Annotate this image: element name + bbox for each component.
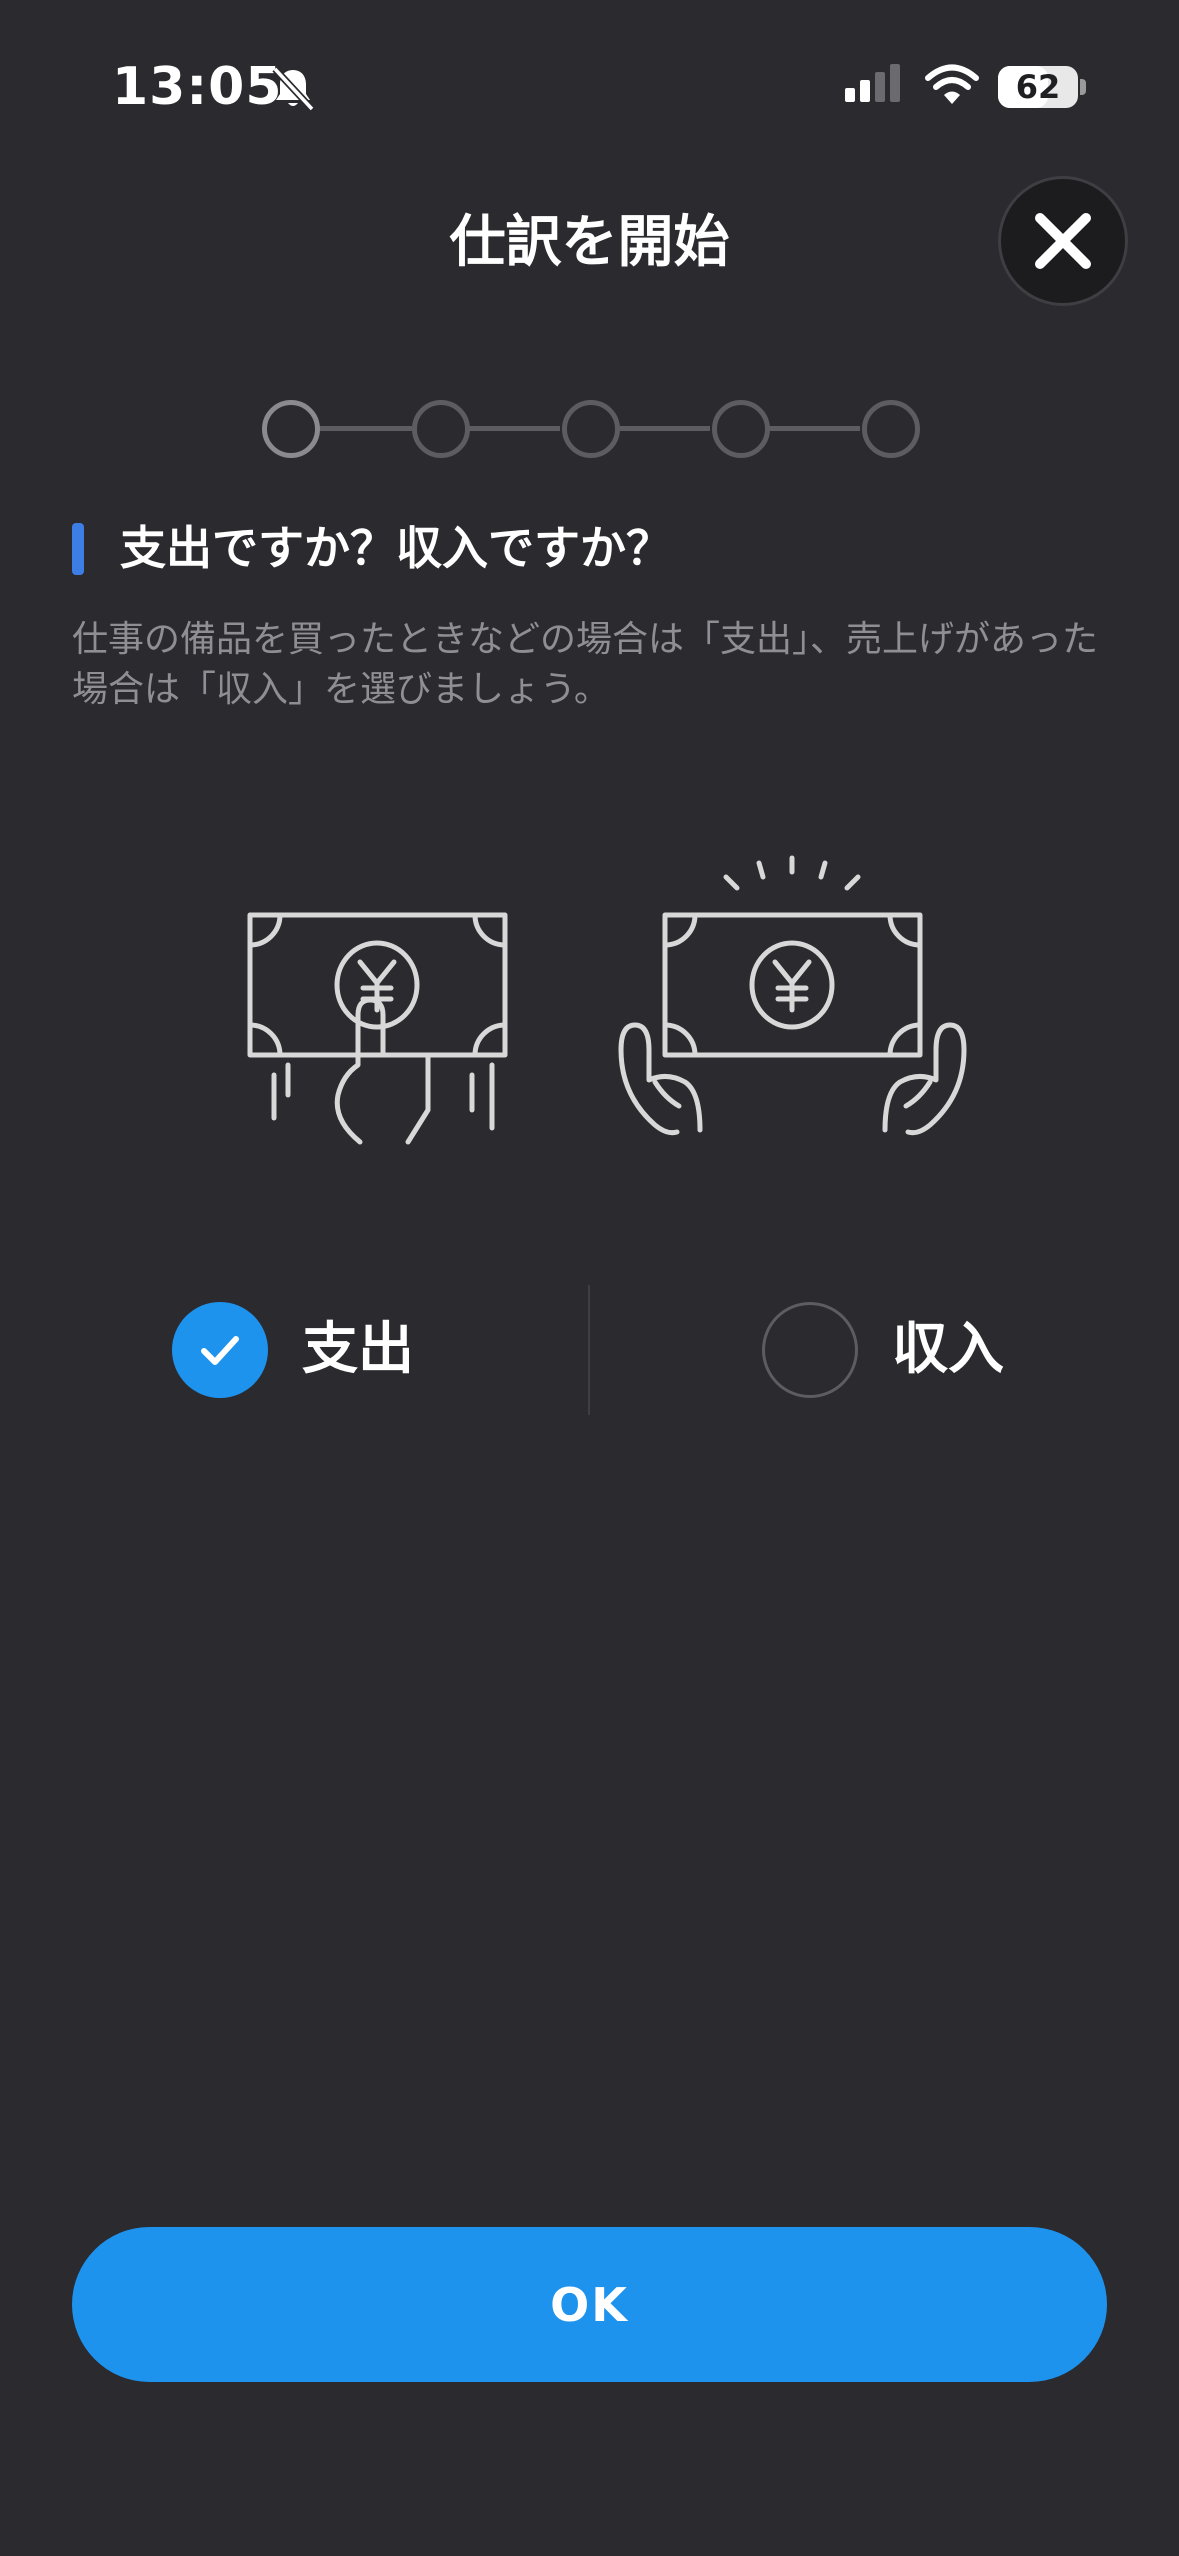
income-radio[interactable]: [762, 1302, 858, 1398]
battery-percent: 62: [1015, 68, 1061, 106]
battery-icon: 62: [998, 66, 1078, 108]
expense-label: 支出: [302, 1317, 414, 1382]
step-connector: [758, 426, 860, 431]
progress-stepper: [260, 400, 920, 458]
status-time: 13:05: [112, 57, 283, 117]
checkmark-icon: [201, 1336, 239, 1365]
step-connector: [308, 426, 412, 431]
step-dot-5: [862, 400, 920, 458]
question-description: 仕事の備品を買ったときなどの場合は「支出」、売上げがあった場合は「収入」を選びま…: [72, 619, 1099, 710]
income-label: 収入: [892, 1317, 1004, 1382]
receiving-money-yen-icon[interactable]: [615, 850, 970, 1150]
ok-button-label: OK: [550, 2277, 629, 2332]
step-dot-3: [562, 400, 620, 458]
battery-cap: [1080, 79, 1086, 95]
bell-slash-icon: [272, 66, 315, 112]
wifi-icon: [925, 64, 979, 104]
option-income[interactable]: 収入: [762, 1300, 1004, 1400]
paying-money-yen-icon[interactable]: [240, 850, 520, 1150]
close-button[interactable]: [998, 176, 1128, 306]
cellular-signal-icon: [845, 64, 900, 102]
heading-accent-bar: [72, 523, 84, 575]
step-connector: [458, 426, 560, 431]
option-divider: [588, 1285, 590, 1415]
close-icon: [1035, 213, 1091, 269]
step-dot-1: [262, 400, 320, 458]
step-dot-2: [412, 400, 470, 458]
expense-radio[interactable]: [172, 1302, 268, 1398]
step-dot-4: [712, 400, 770, 458]
question-title: 支出ですか？収入ですか？: [120, 521, 672, 575]
step-connector: [608, 426, 710, 431]
ok-button[interactable]: OK: [72, 2227, 1107, 2382]
option-expense[interactable]: 支出: [172, 1300, 414, 1400]
